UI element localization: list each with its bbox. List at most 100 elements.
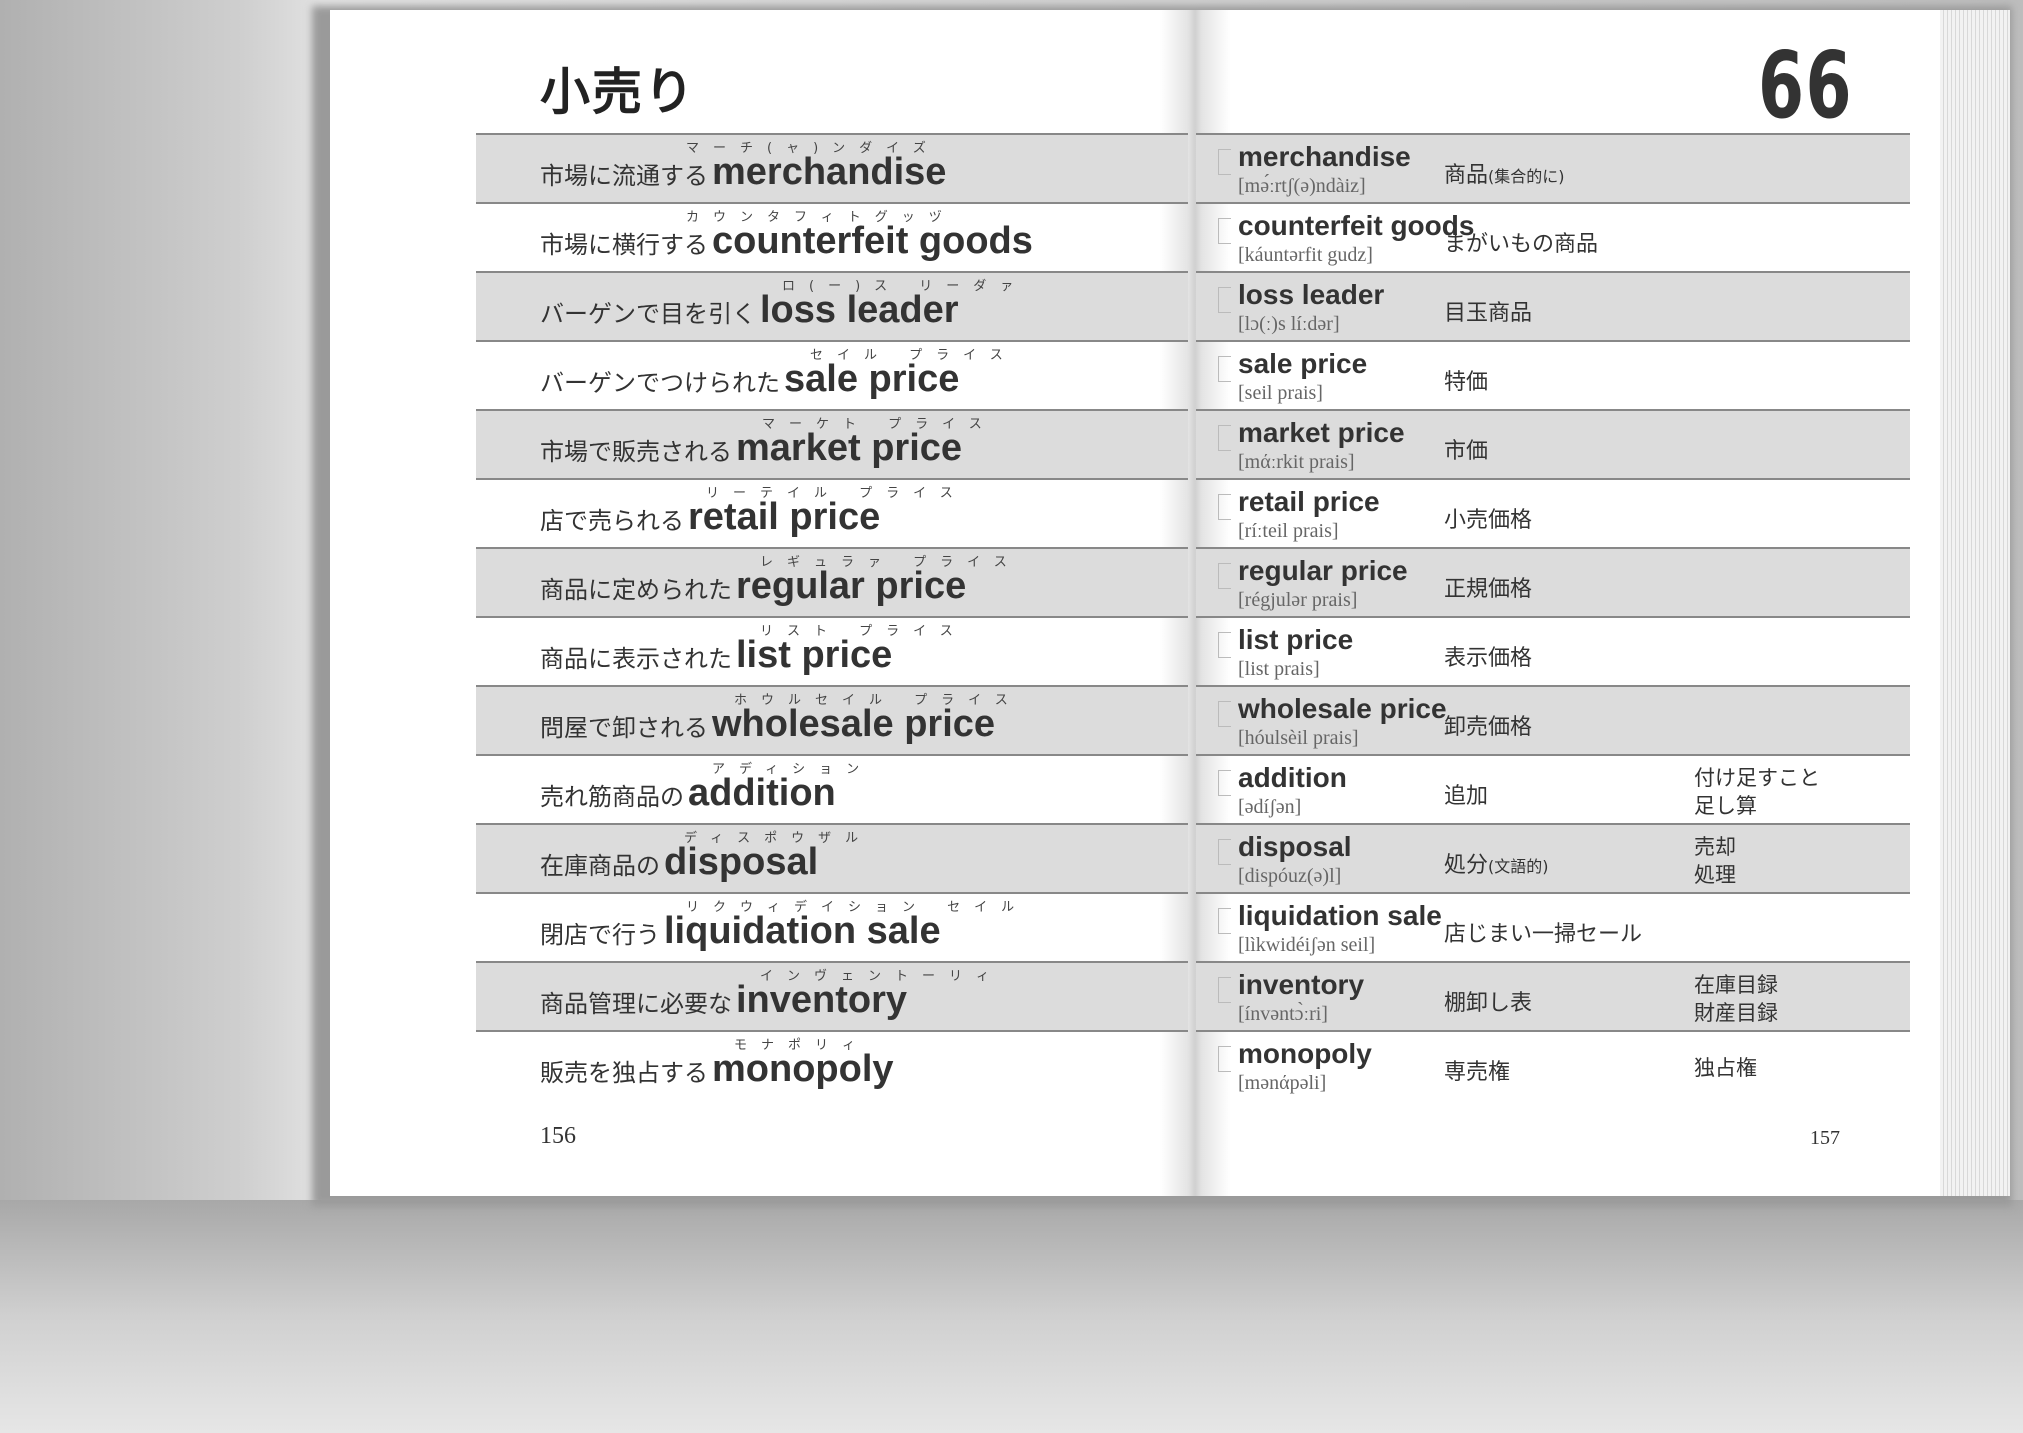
alt-meaning: 処理 bbox=[1694, 863, 1736, 887]
vocab-term: sale price bbox=[1238, 348, 1368, 379]
meaning-text: 追加 bbox=[1444, 784, 1489, 809]
vocab-row: monopoly [mənάpəli] 専売権 独占権 bbox=[1196, 1030, 1910, 1099]
phrase-row: リクウィデイション セイル 閉店で行う liquidation sale bbox=[476, 892, 1188, 961]
study-checkbox[interactable] bbox=[1218, 494, 1231, 520]
study-checkbox[interactable] bbox=[1218, 632, 1231, 658]
pronunciation: [seil prais] bbox=[1238, 382, 1323, 404]
study-checkbox[interactable] bbox=[1218, 908, 1231, 934]
vocab-term: monopoly bbox=[1238, 1038, 1372, 1069]
vocab-term: merchandise bbox=[1238, 141, 1411, 172]
alt-meaning: 足し算 bbox=[1694, 794, 1757, 818]
study-checkbox[interactable] bbox=[1218, 1046, 1231, 1072]
phrase-japanese: バーゲンでつけられた bbox=[540, 369, 780, 397]
meaning-text: 処分 bbox=[1444, 853, 1489, 878]
vocab-meaning: 処分(文語的) bbox=[1444, 847, 1549, 879]
phrase-english: wholesale price bbox=[712, 703, 996, 745]
phrase-row: ロ(ー)ス リーダァ バーゲンで目を引く loss leader bbox=[476, 271, 1188, 340]
vocab-term: liquidation sale bbox=[1238, 900, 1442, 931]
phrase-japanese: 市場で販売される bbox=[540, 438, 732, 466]
pronunciation: [mάːrkit prais] bbox=[1238, 451, 1355, 473]
phrase-japanese: 市場に横行する bbox=[540, 231, 708, 259]
vocab-row: loss leader [lɔ(ː)s líːdər] 目玉商品 bbox=[1196, 271, 1910, 340]
phrase-row: リスト プライス 商品に表示された list price bbox=[476, 616, 1188, 685]
pronunciation: [dispóuz(ə)l] bbox=[1238, 865, 1342, 887]
phrase-japanese: 問屋で卸される bbox=[540, 714, 708, 742]
study-checkbox[interactable] bbox=[1218, 287, 1231, 313]
alt-meaning: 付け足すこと bbox=[1694, 766, 1820, 790]
vocab-term: wholesale price bbox=[1238, 693, 1447, 724]
study-checkbox[interactable] bbox=[1218, 425, 1231, 451]
study-checkbox[interactable] bbox=[1218, 563, 1231, 589]
study-checkbox[interactable] bbox=[1218, 701, 1231, 727]
lesson-number-badge: 66 bbox=[1758, 32, 1854, 139]
phrase-english: monopoly bbox=[712, 1048, 894, 1090]
vocab-term: addition bbox=[1238, 762, 1347, 793]
phrase-japanese: 売れ筋商品の bbox=[540, 783, 684, 811]
study-checkbox[interactable] bbox=[1218, 770, 1231, 796]
vocab-term: market price bbox=[1238, 417, 1405, 448]
vocab-row: list price [list prais] 表示価格 bbox=[1196, 616, 1910, 685]
phrase-row: セイル プライス バーゲンでつけられた sale price bbox=[476, 340, 1188, 409]
phrase-japanese: 商品に表示された bbox=[540, 645, 732, 673]
vocab-row: liquidation sale [lìkwidéiʃən seil] 店じまい一掃… bbox=[1196, 892, 1910, 961]
phrase: 在庫商品の disposal bbox=[540, 841, 818, 884]
meaning-text: 目玉商品 bbox=[1444, 301, 1533, 326]
page-edges bbox=[1940, 10, 2010, 1196]
left-page-number: 156 bbox=[540, 1123, 576, 1149]
meaning-text: 市価 bbox=[1444, 439, 1489, 464]
phrase: 商品に表示された list price bbox=[540, 634, 892, 677]
meaning-text: 専売権 bbox=[1444, 1060, 1511, 1085]
vocab-row: sale price [seil prais] 特価 bbox=[1196, 340, 1910, 409]
phrase-english: addition bbox=[688, 772, 836, 814]
pronunciation: [régjulər prais] bbox=[1238, 589, 1358, 611]
phrase-english: inventory bbox=[736, 979, 908, 1021]
vocab-row: addition [ədíʃən] 追加 付け足すこと 足し算 bbox=[1196, 754, 1910, 823]
vocab-meaning: 店じまい一掃セール bbox=[1444, 916, 1642, 948]
study-checkbox[interactable] bbox=[1218, 977, 1231, 1003]
phrase-japanese: 在庫商品の bbox=[540, 852, 660, 880]
phrase: 販売を独占する monopoly bbox=[540, 1048, 894, 1091]
alt-meaning: 在庫目録 bbox=[1694, 973, 1778, 997]
chapter-title: 小売り bbox=[540, 63, 696, 121]
study-checkbox[interactable] bbox=[1218, 839, 1231, 865]
pronunciation: [lɔ(ː)s líːdər] bbox=[1238, 313, 1340, 335]
phrase-english: liquidation sale bbox=[664, 910, 941, 952]
pronunciation: [ədíʃən] bbox=[1238, 796, 1302, 818]
vocab-meaning: 棚卸し表 bbox=[1444, 985, 1532, 1017]
phrase: 商品管理に必要な inventory bbox=[540, 979, 907, 1022]
phrase-row: モナポリィ 販売を独占する monopoly bbox=[476, 1030, 1188, 1099]
meaning-text: 正規価格 bbox=[1444, 577, 1533, 602]
vocab-row: inventory [ínvəntɔ̀ːri] 棚卸し表 在庫目録 財産目録 bbox=[1196, 961, 1910, 1030]
phrase-english: counterfeit goods bbox=[712, 220, 1033, 262]
vocab-meaning: 目玉商品 bbox=[1444, 295, 1532, 327]
vocab-meaning: 商品(集合的に) bbox=[1444, 157, 1565, 189]
vocab-row: counterfeit goods [káuntərfit gudz] まがいもの商… bbox=[1196, 202, 1910, 271]
meaning-text: 棚卸し表 bbox=[1444, 991, 1533, 1016]
meaning-note: (集合的に) bbox=[1488, 167, 1565, 186]
vocab-term: counterfeit goods bbox=[1238, 210, 1475, 241]
background-bottom bbox=[0, 1200, 2023, 1433]
vocab-meaning: 特価 bbox=[1444, 364, 1488, 396]
vocab-meaning: 小売価格 bbox=[1444, 502, 1532, 534]
alt-meanings: 売却 処理 bbox=[1694, 833, 1736, 889]
phrase-japanese: 販売を独占する bbox=[540, 1059, 708, 1087]
right-vocab-list: merchandise [mə́ːrtʃ(ə)ndàiz] 商品(集合的に) coun… bbox=[1196, 133, 1910, 1099]
alt-meanings: 独占権 bbox=[1694, 1054, 1757, 1082]
phrase-japanese: 商品管理に必要な bbox=[540, 990, 732, 1018]
phrase-row: インヴェントーリィ 商品管理に必要な inventory bbox=[476, 961, 1188, 1030]
phrase-row: マーチ(ャ)ンダイズ 市場に流通する merchandise bbox=[476, 133, 1188, 202]
pronunciation: [ríːteil prais] bbox=[1238, 520, 1339, 542]
phrase-japanese: 商品に定められた bbox=[540, 576, 732, 604]
vocab-row: wholesale price [hóulsèil prais] 卸売価格 bbox=[1196, 685, 1910, 754]
phrase-english: disposal bbox=[664, 841, 819, 883]
phrase-row: レギュラァ プライス 商品に定められた regular price bbox=[476, 547, 1188, 616]
study-checkbox[interactable] bbox=[1218, 356, 1231, 382]
vocab-row: market price [mάːrkit prais] 市価 bbox=[1196, 409, 1910, 478]
vocab-meaning: 市価 bbox=[1444, 433, 1488, 465]
study-checkbox[interactable] bbox=[1218, 149, 1231, 175]
study-checkbox[interactable] bbox=[1218, 218, 1231, 244]
phrase-japanese: 店で売られる bbox=[540, 507, 684, 535]
phrase-english: regular price bbox=[736, 565, 967, 607]
phrase-japanese: 市場に流通する bbox=[540, 162, 708, 190]
vocab-term: retail price bbox=[1238, 486, 1380, 517]
